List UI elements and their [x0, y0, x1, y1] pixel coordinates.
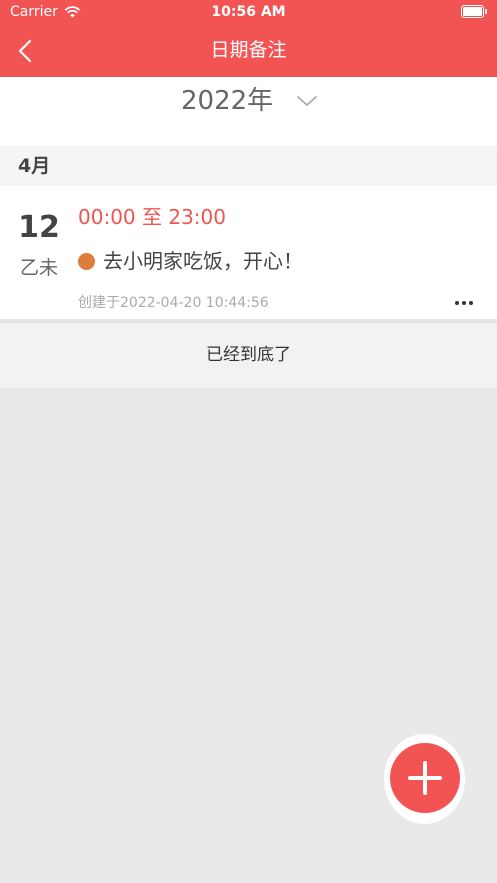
- battery-icon: [461, 5, 487, 18]
- record-note-row: 去小明家吃饭，开心！: [78, 248, 303, 274]
- top-bar: Carrier 10:56 AM 日期备注: [0, 0, 497, 77]
- record-card[interactable]: 12 乙未 00:00 至 23:00 去小明家吃饭，开心！ 创建于2022-0…: [0, 186, 497, 319]
- record-time-range: 00:00 至 23:00: [78, 205, 226, 229]
- end-of-list-text: 已经到底了: [206, 345, 291, 365]
- status-time: 10:56 AM: [211, 4, 286, 20]
- month-header: 4月: [0, 146, 497, 186]
- more-button[interactable]: [455, 296, 477, 310]
- add-record-button[interactable]: [390, 743, 460, 813]
- month-label: 4月: [18, 155, 51, 177]
- record-created-time: 创建于2022-04-20 10:44:56: [78, 295, 269, 311]
- record-day: 12: [18, 210, 60, 245]
- navigation-bar: 日期备注: [0, 24, 497, 77]
- year-label[interactable]: 2022年: [181, 83, 273, 119]
- year-selector[interactable]: 2022年: [0, 77, 497, 146]
- category-dot-icon: [78, 252, 95, 270]
- app-screen: Carrier 10:56 AM 日期备注 2022年 4月 12 乙未 00:…: [0, 0, 497, 883]
- plus-icon: [408, 761, 442, 795]
- status-bar: Carrier 10:56 AM: [0, 0, 497, 24]
- end-of-list: 已经到底了: [0, 323, 497, 388]
- record-ganzhi: 乙未: [19, 257, 58, 279]
- more-horizontal-icon: [455, 301, 459, 305]
- chevron-down-icon[interactable]: [296, 93, 318, 107]
- page-title: 日期备注: [210, 39, 287, 61]
- record-note: 去小明家吃饭，开心！: [103, 249, 303, 273]
